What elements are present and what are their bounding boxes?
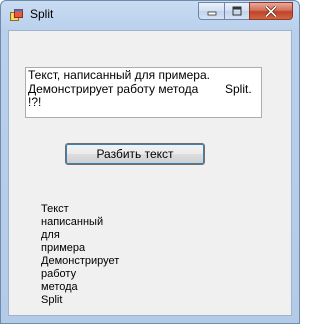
caption-buttons (198, 2, 293, 20)
result-word: Split (41, 294, 63, 306)
title-bar[interactable]: Split (1, 1, 299, 29)
input-line: !?! (28, 95, 42, 109)
input-textbox[interactable]: Текст, написанный для примера. Демонстрир… (25, 67, 262, 118)
result-word: для (41, 229, 60, 241)
input-line: Текст, написанный для примера. (28, 68, 210, 82)
maximize-icon (232, 6, 242, 16)
minimize-button[interactable] (198, 2, 224, 20)
result-word: работу (41, 268, 77, 280)
client-area: Текст, написанный для примера. Демонстрир… (8, 30, 292, 316)
close-icon (265, 5, 277, 17)
window-title: Split (30, 7, 54, 21)
minimize-icon (207, 11, 216, 16)
input-line: Демонстрирует работу метода Split. (28, 81, 252, 96)
result-words-list: Текст написанный для примера Демонстриру… (41, 203, 119, 307)
app-window: Split Текст, написанный для примера. Дем… (0, 0, 300, 324)
result-word: метода (41, 281, 78, 293)
result-word: Демонстрирует (41, 255, 120, 267)
result-word: примера (41, 242, 86, 254)
result-word: Текст (41, 203, 69, 215)
split-text-button[interactable]: Разбить текст (65, 143, 205, 165)
maximize-button[interactable] (224, 2, 249, 20)
app-icon[interactable] (10, 9, 23, 22)
result-word: написанный (41, 216, 104, 228)
close-button[interactable] (249, 2, 293, 20)
